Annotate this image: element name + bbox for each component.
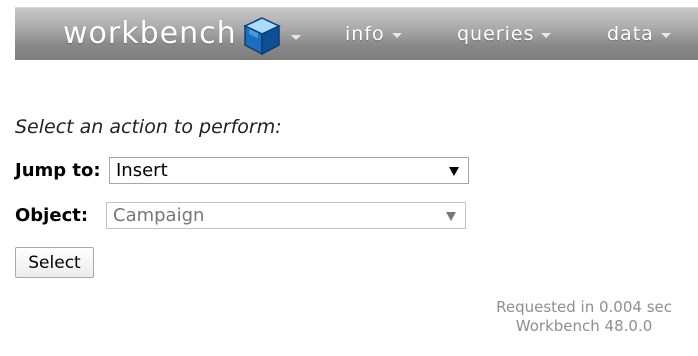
object-value: Campaign	[113, 205, 205, 226]
jump-to-value: Insert	[116, 160, 168, 181]
menu-info[interactable]: info	[345, 20, 402, 48]
footer: Requested in 0.004 sec Workbench 48.0.0	[496, 298, 672, 336]
chevron-down-icon	[391, 33, 402, 38]
object-label: Object:	[15, 205, 89, 226]
version-text: Workbench 48.0.0	[515, 317, 653, 335]
menu-data-label: data	[607, 23, 654, 45]
action-prompt: Select an action to perform:	[15, 116, 282, 138]
chevron-down-icon	[541, 33, 552, 38]
logo-text: workbench	[63, 16, 237, 51]
workbench-logo[interactable]: workbench	[63, 15, 301, 56]
menu-data[interactable]: data	[607, 20, 671, 48]
jump-to-select[interactable]: Insert	[109, 157, 469, 184]
dropdown-arrow-icon	[446, 212, 456, 221]
object-select[interactable]: Campaign	[106, 202, 466, 229]
menu-queries[interactable]: queries	[457, 20, 552, 48]
menu-queries-label: queries	[457, 23, 535, 45]
jump-to-label: Jump to:	[15, 160, 101, 181]
top-navbar: workbench info queries data	[15, 7, 698, 60]
request-time: Requested in 0.004 sec	[496, 298, 672, 316]
chevron-down-icon	[660, 33, 671, 38]
cube-logo-icon	[242, 17, 281, 56]
select-button[interactable]: Select	[15, 247, 94, 278]
dropdown-arrow-icon	[449, 167, 459, 176]
menu-info-label: info	[345, 23, 385, 45]
logo-dropdown-caret-icon[interactable]	[290, 34, 301, 40]
